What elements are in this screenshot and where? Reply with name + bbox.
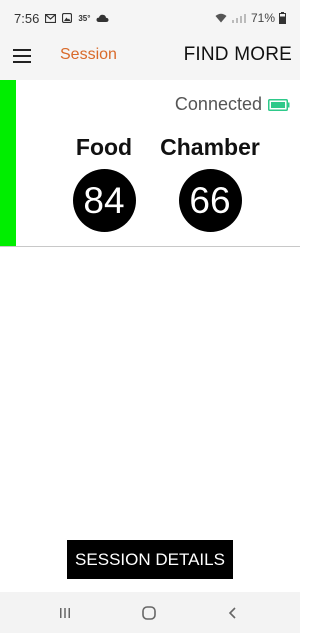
food-probe: Food 84: [49, 134, 159, 232]
battery-percent: 71%: [250, 11, 275, 25]
status-bar: 7:56 35° 71%: [0, 0, 300, 34]
cloud-icon: [96, 14, 109, 23]
chamber-probe-label: Chamber: [160, 134, 260, 160]
page-title: Session: [60, 46, 117, 63]
recents-icon[interactable]: [53, 602, 77, 624]
connection-status-strip: [0, 80, 16, 246]
gmail-icon: [45, 13, 57, 23]
connection-status: Connected: [175, 94, 290, 115]
gallery-icon: [62, 13, 73, 23]
home-icon[interactable]: [137, 602, 161, 624]
session-details-button[interactable]: SESSION DETAILS: [67, 540, 233, 579]
find-more-button[interactable]: FIND MORE: [184, 44, 292, 66]
wifi-icon: [215, 13, 227, 23]
food-temperature-value: 84: [72, 169, 136, 232]
chamber-probe: Chamber 66: [155, 134, 265, 232]
navigation-bar: [0, 592, 300, 633]
chamber-temperature-value: 66: [178, 169, 242, 232]
device-battery-icon: [268, 98, 290, 111]
back-icon[interactable]: [221, 602, 245, 624]
clock: 7:56: [14, 10, 40, 26]
hamburger-menu-icon[interactable]: [13, 48, 33, 64]
status-right-group: 71%: [215, 10, 286, 26]
food-probe-label: Food: [75, 134, 133, 160]
battery-icon: [279, 12, 286, 24]
connection-status-label: Connected: [174, 94, 262, 114]
temperature-text: 35°: [78, 13, 91, 23]
signal-icon: [231, 13, 247, 23]
app-bar: Session FIND MORE: [0, 34, 300, 80]
session-card[interactable]: Connected Food 84 Chamber 66: [0, 80, 300, 247]
status-left-group: 7:56 35°: [14, 10, 109, 26]
